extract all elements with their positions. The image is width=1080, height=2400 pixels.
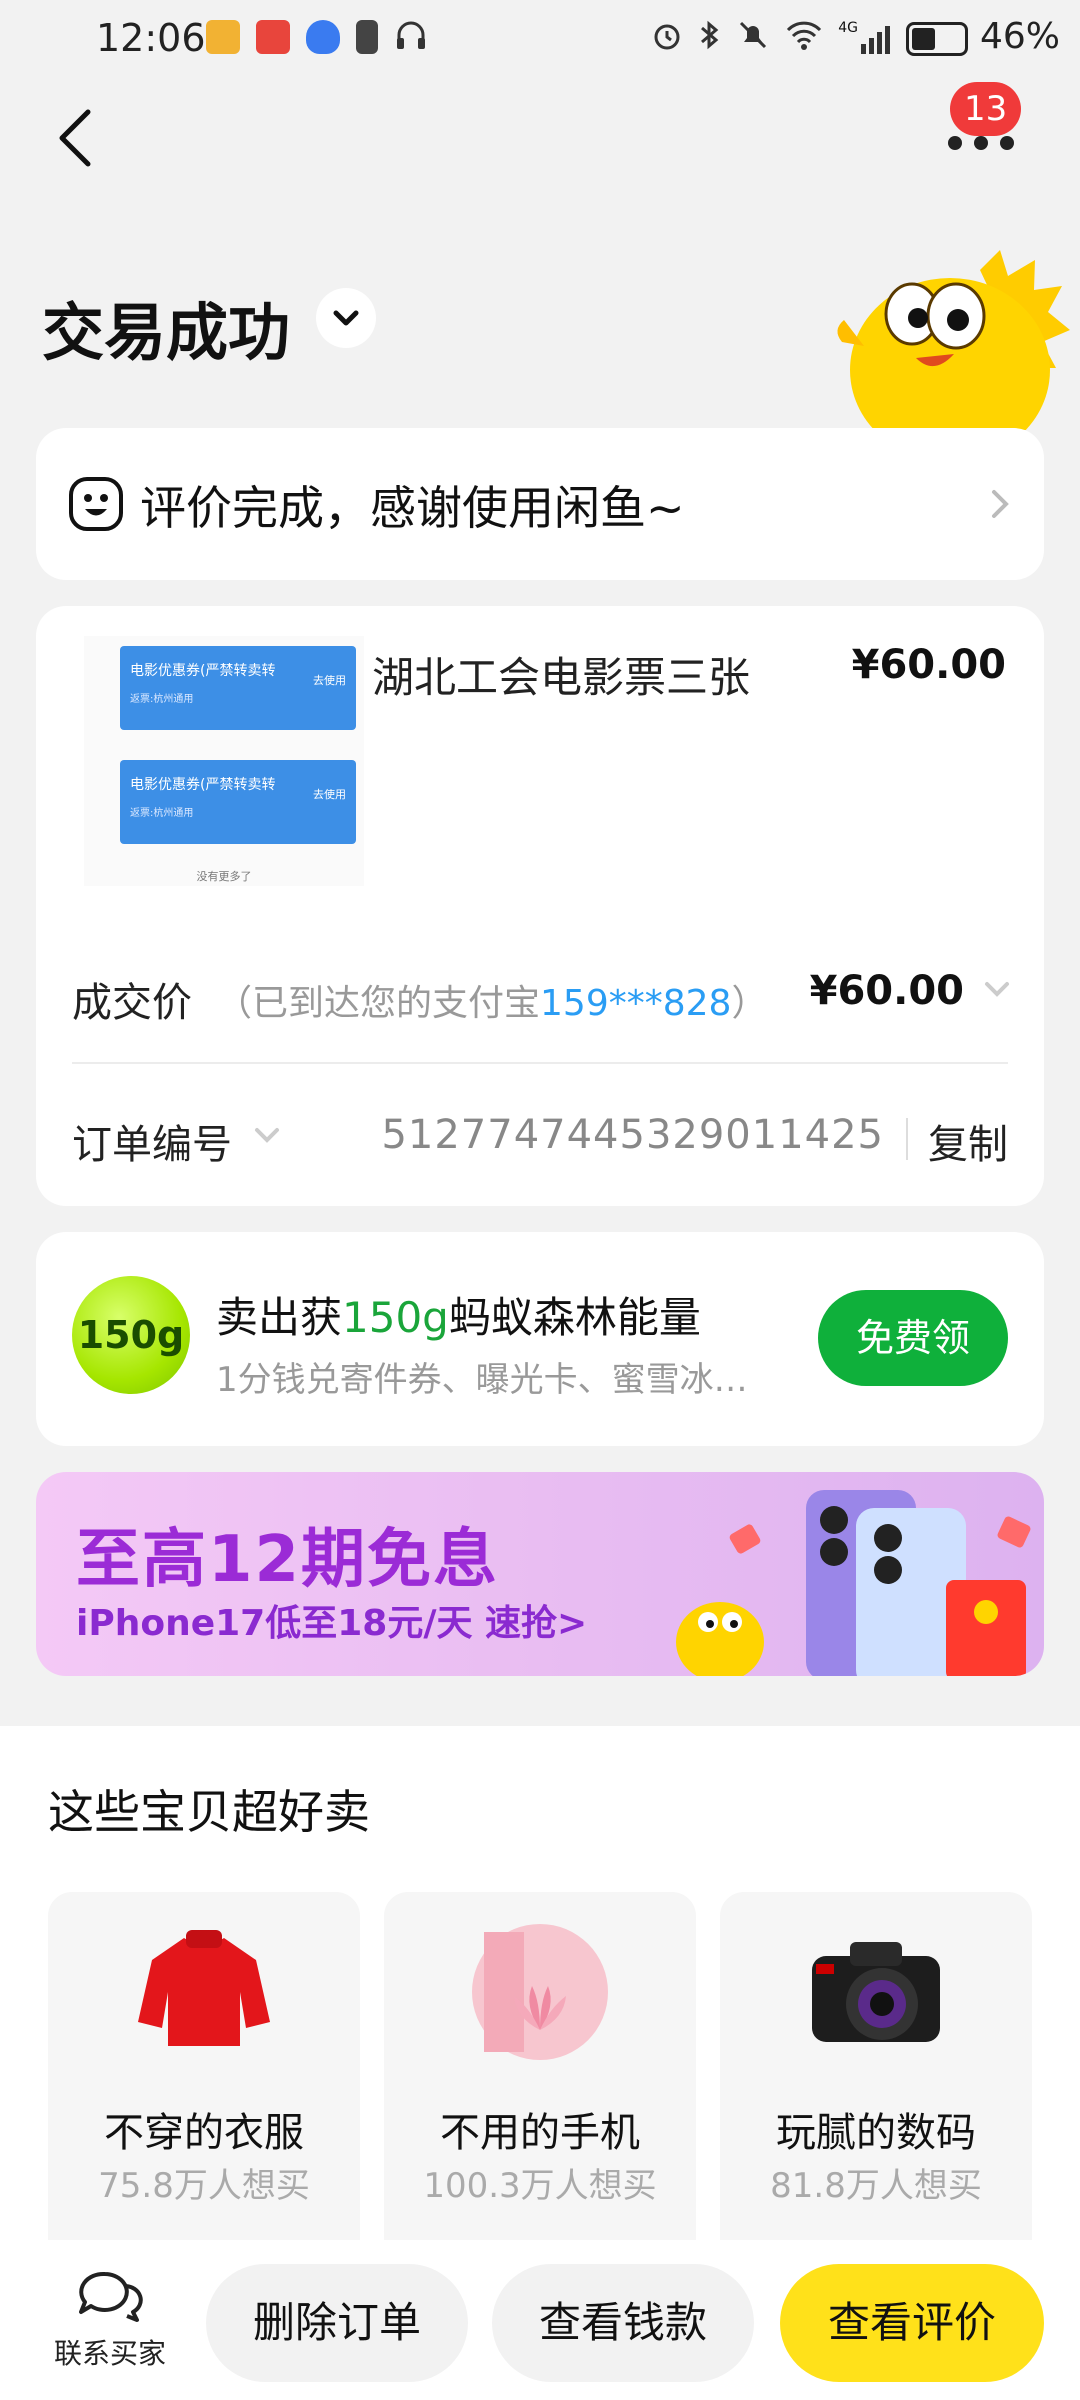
alipay-account: 159***828 (540, 983, 732, 1024)
deal-price[interactable]: ¥60.00 (810, 968, 964, 1014)
wifi-icon (784, 18, 824, 56)
sweater-icon (134, 1922, 274, 2062)
contact-buyer-label: 联系买家 (53, 2337, 166, 2370)
shield-icon (306, 20, 340, 54)
ticket-detail: 返票:杭州通用 (130, 694, 194, 705)
sim-alert-icon (356, 20, 378, 54)
claim-free-button[interactable]: 免费领 (818, 1290, 1008, 1386)
status-system-icons: 4G (650, 18, 890, 56)
xianyu-mascot-icon (830, 250, 1070, 462)
copy-button[interactable]: 复制 (928, 1112, 1008, 1170)
battery-percent: 46% (979, 16, 1060, 57)
signal-icon: 4G (838, 20, 890, 54)
alarm-icon (650, 18, 684, 56)
chevron-down-icon (333, 310, 359, 326)
back-button[interactable] (48, 100, 108, 180)
item-title[interactable]: 湖北工会电影票三张 (372, 644, 750, 705)
recommendation-name: 不用的手机 (440, 2110, 640, 2156)
promo-title: 至高12期免息 (76, 1523, 500, 1597)
order-number-label: 订单编号 (72, 1122, 232, 1168)
recommendation-count: 100.3万人想买 (423, 2166, 657, 2206)
energy-title-prefix: 卖出获 (216, 1293, 343, 1342)
ticket-title: 电影优惠券(严禁转卖转 (130, 777, 276, 793)
ant-forest-energy-card[interactable]: 150g 卖出获150g蚂蚁森林能量 1分钱兑寄件券、曝光卡、蜜雪冰… 免费领 (36, 1232, 1044, 1446)
ticket-image: 电影优惠券(严禁转卖转 返票:杭州通用 去使用 (120, 760, 356, 844)
chevron-down-icon[interactable] (982, 978, 1012, 1002)
chevron-left-icon (59, 109, 91, 167)
camera-icon (806, 1922, 946, 2062)
divider (72, 1062, 1008, 1064)
chat-bubble-icon (79, 2271, 143, 2322)
recommendation-card[interactable]: 不穿的衣服 75.8万人想买 (48, 1892, 360, 2272)
smile-face-icon (68, 476, 124, 532)
recommendation-card[interactable]: 不用的手机 100.3万人想买 (384, 1892, 696, 2272)
ticket-title: 电影优惠券(严禁转卖转 (130, 663, 276, 679)
divider (906, 1118, 908, 1160)
mute-icon (736, 18, 770, 56)
order-details-card: 电影优惠券(严禁转卖转 返票:杭州通用 去使用 电影优惠券(严禁转卖转 返票:杭… (36, 606, 1044, 1206)
recommendation-card[interactable]: 玩腻的数码 81.8万人想买 (720, 1892, 1032, 2272)
more-dots-icon (948, 136, 1014, 150)
deal-note-prefix: （已到达您的支付宝 (216, 983, 541, 1024)
deal-price-note: （已到达您的支付宝159***828） (216, 974, 767, 1026)
chevron-down-icon[interactable] (252, 1124, 282, 1148)
recommendation-count: 81.8万人想买 (770, 2166, 982, 2206)
status-bar: 12:06 4G 46% (0, 0, 1080, 80)
recommendation-title: 这些宝贝超好卖 (48, 1785, 370, 1839)
order-number: 5127747445329011425 (381, 1112, 884, 1158)
review-status-card[interactable]: 评价完成，感谢使用闲鱼~ (36, 428, 1044, 580)
energy-amount: 150g (342, 1293, 449, 1342)
battery-icon (906, 22, 968, 56)
battery-fill (912, 28, 935, 50)
chevron-right-icon (982, 482, 1018, 526)
status-notification-icons (206, 18, 428, 56)
view-review-button[interactable]: 查看评价 (780, 2264, 1044, 2382)
recommendation-name: 不穿的衣服 (104, 2110, 304, 2156)
delete-order-button[interactable]: 删除订单 (206, 2264, 468, 2382)
status-time: 12:06 (96, 16, 206, 60)
promo-banner[interactable]: 至高12期免息 iPhone17低至18元/天 速抢> (36, 1472, 1044, 1676)
bluetooth-icon (698, 18, 722, 56)
deal-note-suffix: ） (731, 983, 768, 1024)
energy-badge: 150g (72, 1276, 190, 1394)
item-price: ¥60.00 (851, 642, 1006, 688)
notification-badge: 13 (950, 82, 1022, 136)
phone-icon (470, 1922, 610, 2062)
energy-title-suffix: 蚂蚁森林能量 (448, 1293, 701, 1342)
folder-notification-icon (206, 20, 240, 54)
page-title: 交易成功 (42, 296, 291, 369)
recommendation-name: 玩腻的数码 (776, 2110, 976, 2156)
status-expand-button[interactable] (316, 288, 376, 348)
view-payment-button[interactable]: 查看钱款 (492, 2264, 754, 2382)
recommendation-count: 75.8万人想买 (98, 2166, 310, 2206)
item-thumbnail[interactable]: 电影优惠券(严禁转卖转 返票:杭州通用 去使用 电影优惠券(严禁转卖转 返票:杭… (84, 636, 364, 886)
energy-title: 卖出获150g蚂蚁森林能量 (216, 1284, 701, 1345)
ticket-detail: 返票:杭州通用 (130, 808, 194, 819)
network-type: 4G (838, 20, 858, 36)
ticket-status: 去使用 (313, 674, 346, 687)
thumbnail-note: 没有更多了 (196, 870, 252, 883)
huawei-app-icon (256, 20, 290, 54)
review-status-text: 评价完成，感谢使用闲鱼~ (140, 481, 685, 535)
phone-promo-image (656, 1472, 1044, 1676)
deal-price-label: 成交价 (72, 980, 192, 1026)
promo-subtitle: iPhone17低至18元/天 速抢> (76, 1603, 588, 1644)
contact-buyer-button[interactable]: 联系买家 (40, 2266, 180, 2376)
energy-subtitle: 1分钱兑寄件券、曝光卡、蜜雪冰… (216, 1360, 748, 1400)
ticket-image: 电影优惠券(严禁转卖转 返票:杭州通用 去使用 (120, 646, 356, 730)
bottom-action-bar: 联系买家 删除订单 查看钱款 查看评价 (0, 2240, 1080, 2400)
headphones-icon (394, 18, 428, 56)
ticket-status: 去使用 (313, 788, 346, 801)
